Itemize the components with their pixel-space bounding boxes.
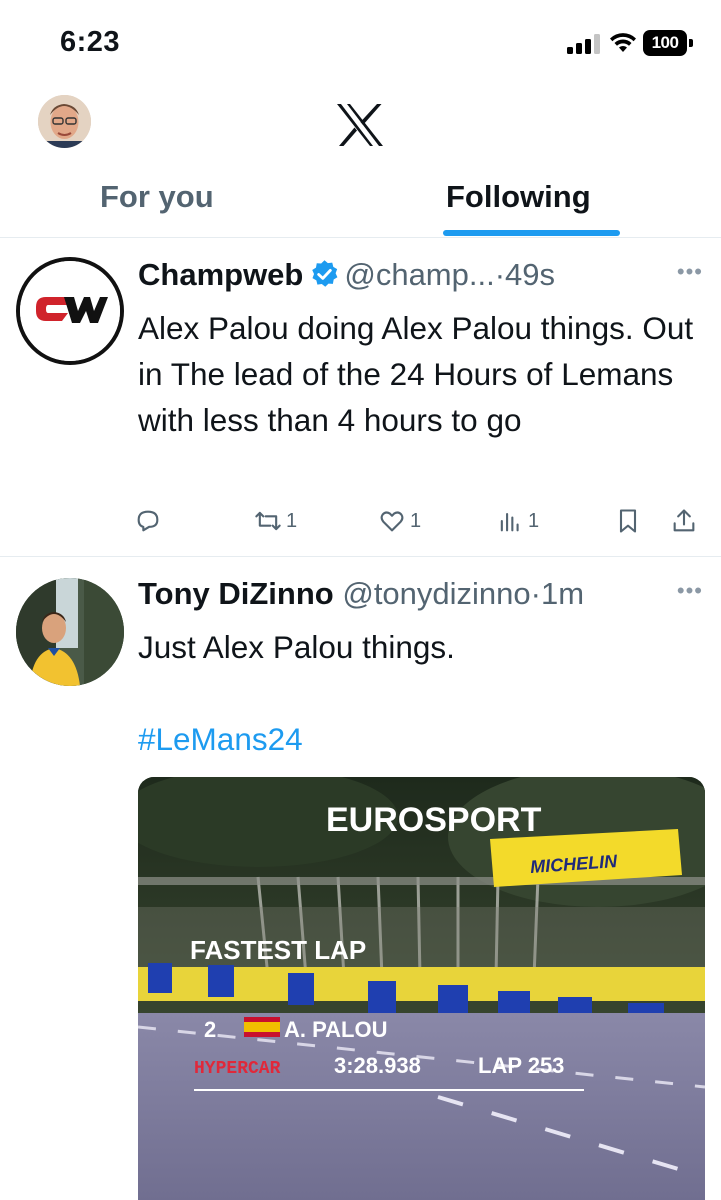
- reply-icon: [137, 510, 159, 532]
- tweet[interactable]: Champweb @champ...·49s ••• Alex Palou doi…: [0, 239, 721, 557]
- overlay-lap-time: 3:28.938: [334, 1053, 421, 1078]
- author-name[interactable]: Tony DiZinno: [138, 576, 334, 611]
- overlay-lap: LAP 253: [478, 1053, 564, 1078]
- active-tab-indicator: [443, 230, 620, 236]
- cellular-signal-icon: [567, 34, 600, 54]
- retweet-count: 1: [286, 509, 298, 532]
- profile-photo-icon: [38, 95, 91, 148]
- status-time: 6:23: [60, 26, 121, 58]
- avatar[interactable]: [16, 578, 124, 686]
- tony-dizinno-photo-icon: [16, 578, 124, 686]
- battery-cap: [689, 39, 693, 47]
- status-bar: 6:23 100: [0, 0, 721, 88]
- overlay-title: FASTEST LAP: [190, 935, 366, 965]
- author-handle[interactable]: @tonydizinno: [342, 576, 530, 611]
- verified-badge-icon: [312, 260, 338, 287]
- hashtag-link[interactable]: #LeMans24: [138, 716, 698, 762]
- broadcaster-logo: EUROSPORT: [326, 801, 542, 839]
- view-count: 1: [528, 509, 540, 532]
- views-button[interactable]: 1: [496, 503, 539, 539]
- retweet-button[interactable]: 1: [254, 503, 297, 539]
- reply-button[interactable]: [134, 503, 166, 539]
- bookmark-button[interactable]: [614, 503, 642, 539]
- more-options-icon[interactable]: •••: [677, 259, 703, 285]
- tweet-text: Alex Palou doing Alex Palou things. Out …: [138, 310, 694, 438]
- wifi-icon: [610, 33, 636, 52]
- overlay-class: HYPERCAR: [194, 1059, 281, 1079]
- tweet-time[interactable]: ·1m: [531, 576, 584, 611]
- timeline-tabs: For you Following: [0, 165, 721, 238]
- battery-level: 100: [643, 30, 687, 56]
- video-media[interactable]: MICHELIN EUROSPORT FASTEST LAP 2 A. PALO…: [138, 777, 705, 1200]
- tweet-time[interactable]: ·49s: [495, 257, 555, 292]
- champweb-logo-icon: [20, 261, 120, 361]
- tweet-text-line: Just Alex Palou things.: [138, 629, 455, 665]
- tweet-header: Tony DiZinno @tonydizinno·1m: [138, 574, 584, 614]
- author-name[interactable]: Champweb: [138, 257, 303, 292]
- views-chart-icon: [500, 512, 519, 532]
- author-handle[interactable]: @champ...: [344, 257, 494, 292]
- race-broadcast-frame: MICHELIN EUROSPORT FASTEST LAP 2 A. PALO…: [138, 777, 705, 1200]
- retweet-icon: [255, 511, 281, 531]
- overlay-driver: A. PALOU: [284, 1017, 387, 1042]
- bookmark-icon: [619, 509, 637, 533]
- battery-icon: 100: [643, 30, 693, 56]
- more-options-icon[interactable]: •••: [677, 578, 703, 604]
- like-count: 1: [410, 509, 422, 532]
- like-button[interactable]: 1: [378, 503, 421, 539]
- overlay-position: 2: [204, 1017, 216, 1042]
- tweet-header: Champweb @champ...·49s: [138, 255, 555, 295]
- x-logo-icon[interactable]: [337, 104, 383, 146]
- heart-icon: [380, 511, 404, 532]
- share-icon: [673, 509, 695, 532]
- tweet[interactable]: Tony DiZinno @tonydizinno·1m ••• Just Al…: [0, 558, 721, 1200]
- avatar[interactable]: [16, 257, 124, 365]
- profile-avatar[interactable]: [38, 95, 91, 148]
- tweet-text: Just Alex Palou things. #LeMans24: [138, 624, 698, 762]
- tweet-actions: 1 1 1: [134, 503, 704, 543]
- share-button[interactable]: [670, 503, 698, 539]
